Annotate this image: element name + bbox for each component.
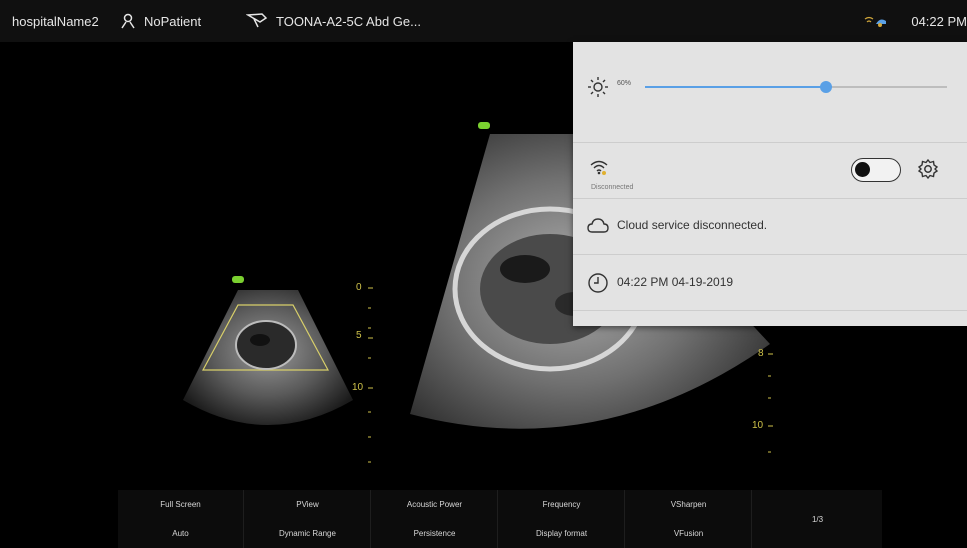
cloud-row: Cloud service disconnected. bbox=[573, 198, 967, 255]
depth-label: 10 bbox=[752, 420, 764, 431]
sun-icon bbox=[587, 76, 609, 98]
display-format-button[interactable]: Display format bbox=[499, 519, 625, 548]
probe-icon bbox=[246, 12, 268, 30]
vsharpen-button[interactable]: VSharpen bbox=[626, 490, 752, 519]
wifi-icon bbox=[589, 158, 609, 176]
hospital-name-label: hospitalName2 bbox=[12, 13, 99, 29]
acoustic-power-button[interactable]: Acoustic Power bbox=[372, 490, 498, 519]
network-status-icon bbox=[863, 14, 889, 28]
auto-button[interactable]: Auto bbox=[118, 519, 244, 548]
patient-button[interactable]: NoPatient bbox=[120, 0, 201, 42]
ultrasound-scan-small bbox=[183, 290, 353, 425]
wifi-toggle[interactable] bbox=[851, 158, 901, 182]
depth-scale-left: 0 5 10 bbox=[352, 282, 382, 472]
cloud-status-text: Cloud service disconnected. bbox=[617, 218, 768, 232]
frequency-button[interactable]: Frequency bbox=[499, 490, 625, 519]
brightness-row: 60% bbox=[573, 42, 967, 143]
quick-settings-panel: 60% Disconnected Cloud service disconnec… bbox=[573, 42, 967, 326]
wifi-toggle-knob bbox=[855, 162, 870, 177]
datetime-row[interactable]: 04:22 PM 04-19-2019 bbox=[573, 254, 967, 311]
full-screen-button[interactable]: Full Screen bbox=[118, 490, 244, 519]
pview-button[interactable]: PView bbox=[245, 490, 371, 519]
brightness-percent: 60% bbox=[617, 80, 632, 87]
vfusion-button[interactable]: VFusion bbox=[626, 519, 752, 548]
depth-scale-right: 8 10 bbox=[752, 342, 782, 482]
brightness-slider-fill bbox=[645, 86, 827, 88]
gear-icon[interactable] bbox=[917, 158, 939, 180]
depth-label: 5 bbox=[356, 330, 362, 341]
top-status-bar: hospitalName2 NoPatient TOONA-A2-5C Abd … bbox=[0, 0, 967, 42]
cloud-icon bbox=[587, 218, 609, 234]
brightness-slider-thumb[interactable] bbox=[820, 81, 833, 93]
depth-label: 8 bbox=[758, 348, 764, 359]
patient-label: NoPatient bbox=[144, 13, 202, 29]
status-area[interactable]: 04:22 PM bbox=[863, 0, 967, 42]
clock-time: 04:22 PM bbox=[911, 13, 967, 29]
wifi-status-text: Disconnected bbox=[591, 184, 634, 191]
page-indicator[interactable]: 1/3 bbox=[753, 490, 882, 548]
wifi-row: Disconnected bbox=[573, 142, 967, 199]
probe-button[interactable]: TOONA-A2-5C Abd Ge... bbox=[246, 0, 421, 42]
clock-icon bbox=[587, 272, 609, 294]
probe-label: TOONA-A2-5C Abd Ge... bbox=[276, 13, 421, 29]
datetime-text: 04:22 PM 04-19-2019 bbox=[617, 275, 734, 289]
person-icon bbox=[120, 13, 136, 29]
persistence-button[interactable]: Persistence bbox=[372, 519, 498, 548]
brightness-slider[interactable] bbox=[645, 81, 947, 93]
dynamic-range-button[interactable]: Dynamic Range bbox=[245, 519, 371, 548]
hospital-name[interactable]: hospitalName2 bbox=[12, 0, 99, 42]
depth-label: 10 bbox=[352, 382, 364, 393]
depth-label: 0 bbox=[356, 282, 362, 293]
control-toolbar: Full Screen PView Acoustic Power Frequen… bbox=[118, 490, 882, 548]
